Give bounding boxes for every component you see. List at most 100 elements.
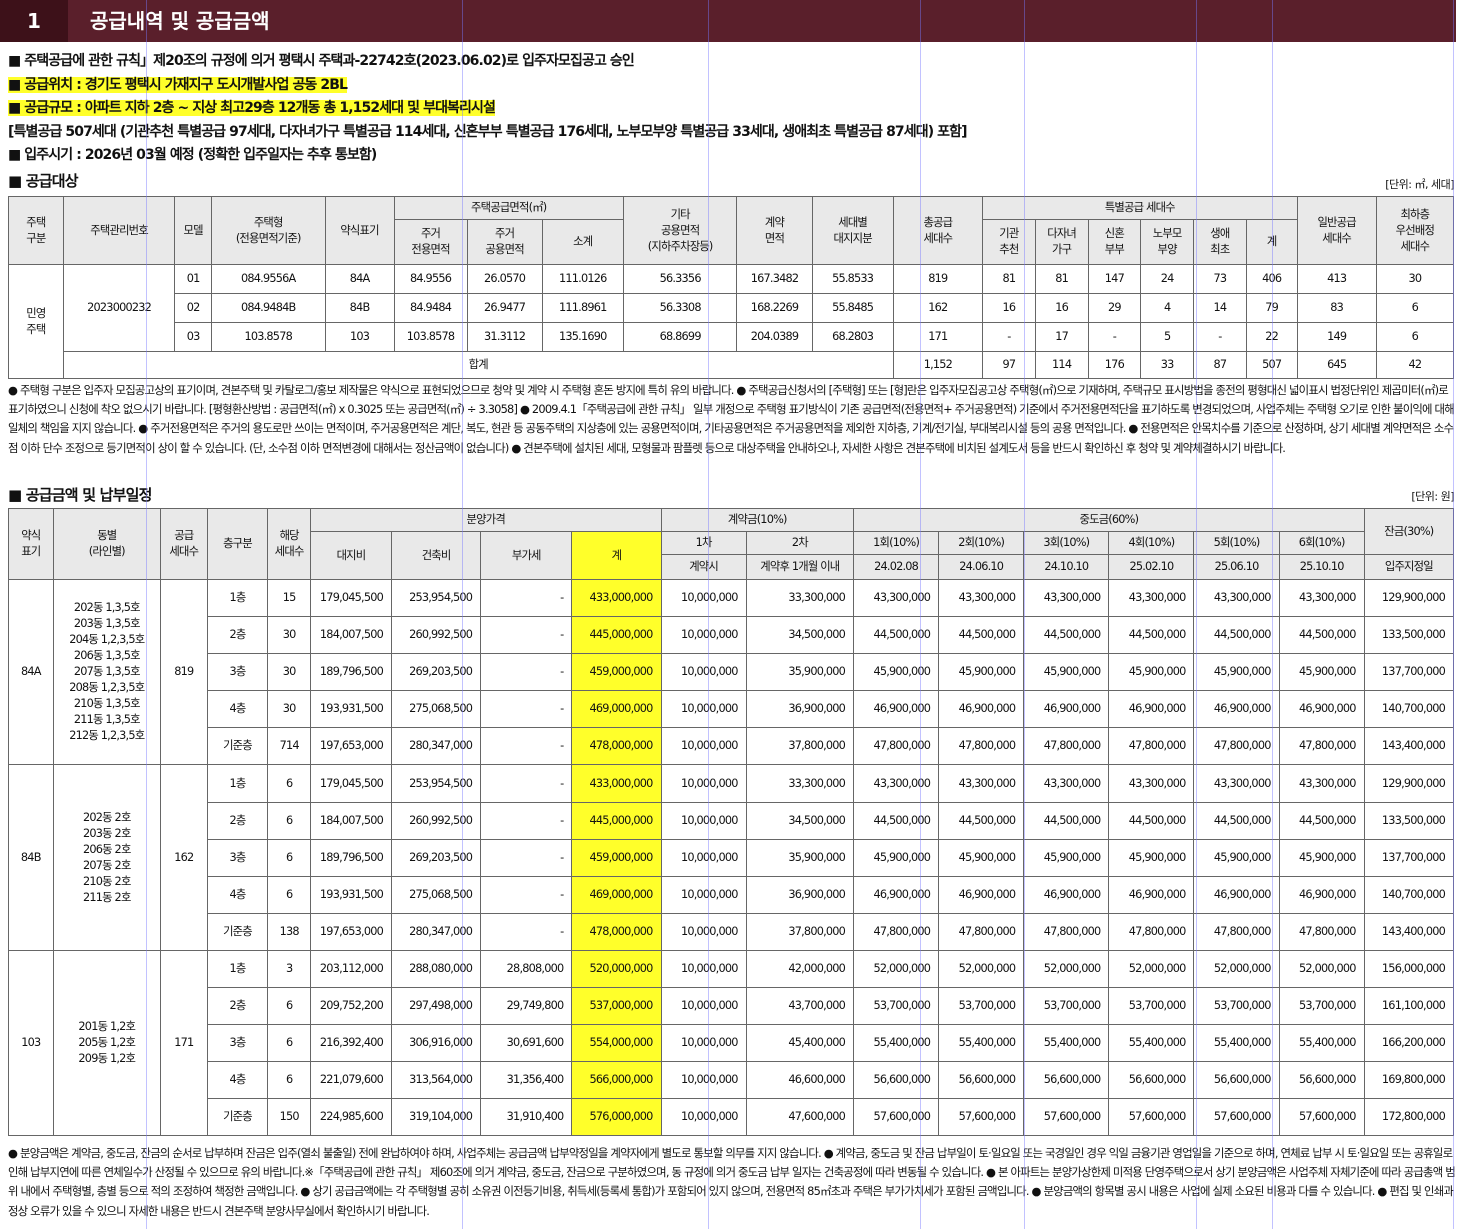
cell-m6: 47,800,000 xyxy=(1278,912,1365,951)
dong-list: 202동 2호 203동 2호 206동 2호 207동 2호 210동 2호 211동 … xyxy=(52,764,161,951)
cell-vat: - xyxy=(480,690,573,729)
cell-land-share: 55.8485 xyxy=(811,293,894,323)
cell-m4: 44,500,000 xyxy=(1108,801,1195,840)
cell-c1: 10,000,000 xyxy=(660,1098,747,1137)
cell-floor: 3층 xyxy=(206,1024,269,1063)
cell-c2: 37,800,000 xyxy=(745,727,855,766)
cell-m2: 45,900,000 xyxy=(938,653,1025,692)
total-cell: 1,152 xyxy=(892,351,984,379)
cell-total-price: 433,000,000 xyxy=(571,764,662,803)
cell-c1: 10,000,000 xyxy=(660,801,747,840)
supply-count: 162 xyxy=(159,764,208,951)
col-m2: 2회(10%) xyxy=(938,531,1025,555)
col-m6: 6회(10%) xyxy=(1278,531,1365,555)
cell-households: 6 xyxy=(267,1024,311,1063)
cell-floor: 4층 xyxy=(206,690,269,729)
cell-subtotal: 135.1690 xyxy=(541,322,624,352)
cell-land-cost: 224,985,600 xyxy=(309,1098,393,1137)
table-row: 3층 6 216,392,400 306,916,000 30,691,600 554,0… xyxy=(9,1024,1455,1063)
cell-m1: 57,600,000 xyxy=(853,1098,940,1137)
cell-total-price: 469,000,000 xyxy=(571,875,662,914)
cell-exclusive: 84.9556 xyxy=(393,264,468,294)
cell-m1: 45,900,000 xyxy=(853,838,940,877)
cell-balance: 129,900,000 xyxy=(1363,578,1455,618)
cell-c1: 10,000,000 xyxy=(660,616,747,655)
cell-lowest: 6 xyxy=(1375,322,1455,352)
cell-lowest: 30 xyxy=(1375,264,1455,294)
cell-build-cost: 269,203,500 xyxy=(390,838,482,877)
cell-total-price: 445,000,000 xyxy=(571,616,662,655)
cell-households: 714 xyxy=(267,727,311,766)
col-m1-date: 24.02.08 xyxy=(853,554,940,580)
cell-total-price: 469,000,000 xyxy=(571,690,662,729)
cell-model: 03 xyxy=(174,322,212,352)
cell-land-cost: 179,045,500 xyxy=(309,764,393,803)
intro-line: ■ 공급위치 : 경기도 평택시 가재지구 도시개발사업 공동 2BL xyxy=(8,74,967,98)
cell-total-price: 566,000,000 xyxy=(571,1061,662,1100)
table-row: 3층 6 189,796,500 269,203,500-459,000,000 10,… xyxy=(9,838,1455,877)
table-row: 2층 30 184,007,500 260,992,500-445,000,000 10… xyxy=(9,616,1455,655)
cell-m3: 53,700,000 xyxy=(1023,987,1110,1026)
cell-m6: 44,500,000 xyxy=(1278,801,1365,840)
cell-c1: 10,000,000 xyxy=(660,875,747,914)
cell-households: 138 xyxy=(267,912,311,951)
col-short: 약식표기 xyxy=(324,196,395,265)
notes-area: ● 주택형 구분은 입주자 모집공고상의 표기이며, 견본주택 및 카탈로그/홍… xyxy=(8,383,1455,455)
cell-build-cost: 275,068,500 xyxy=(390,875,482,914)
col-vat: 부가세 xyxy=(480,531,573,580)
cell-m1: 47,800,000 xyxy=(853,727,940,766)
cell-m4: 52,000,000 xyxy=(1108,949,1195,989)
cell-vat: - xyxy=(480,727,573,766)
table-row: 4층 30 193,931,500 275,068,500-469,000,000 10… xyxy=(9,690,1455,729)
cell-m4: 47,800,000 xyxy=(1108,727,1195,766)
cell-total-price: 478,000,000 xyxy=(571,727,662,766)
cell-c2: 33,300,000 xyxy=(745,578,855,618)
cell-total-price: 576,000,000 xyxy=(571,1098,662,1137)
cell-m4: 46,900,000 xyxy=(1108,875,1195,914)
cell-m5: 55,400,000 xyxy=(1193,1024,1280,1063)
cell-special-sum: 406 xyxy=(1245,264,1298,294)
table-row: 기준층 150 224,985,600 319,104,000 31,910,400 57… xyxy=(9,1098,1455,1137)
cell-m4: 56,600,000 xyxy=(1108,1061,1195,1100)
cell-land-cost: 197,653,000 xyxy=(309,912,393,951)
cell-vat: 30,691,600 xyxy=(480,1024,573,1063)
cell-special-sum: 79 xyxy=(1245,293,1298,323)
col-etc-area: 기타 공용면적 (지하주차장등) xyxy=(622,196,738,265)
cell-land-cost: 179,045,500 xyxy=(309,578,393,618)
cell-m3: 45,900,000 xyxy=(1023,653,1110,692)
cell-balance: 140,700,000 xyxy=(1363,875,1455,914)
cell-lowest: 6 xyxy=(1375,293,1455,323)
col-common: 주거 공용면적 xyxy=(466,219,543,265)
col-type: 주택 구분 xyxy=(8,196,64,265)
cell-m3: 44,500,000 xyxy=(1023,616,1110,655)
cell-m5: 44,500,000 xyxy=(1193,801,1280,840)
cell-households: 6 xyxy=(267,801,311,840)
cell-land-cost: 216,392,400 xyxy=(309,1024,393,1063)
cell-m2: 43,300,000 xyxy=(938,578,1025,618)
cell-multi: 17 xyxy=(1034,322,1089,352)
cell-first: - xyxy=(1193,322,1247,352)
dong-line: 210동 2호 xyxy=(83,874,131,888)
dong-line: 206동 1,3,5호 xyxy=(73,649,141,663)
cell-households: 6 xyxy=(267,1061,311,1100)
cell-m3: 43,300,000 xyxy=(1023,764,1110,803)
cell-total-price: 459,000,000 xyxy=(571,838,662,877)
cell-balance: 133,500,000 xyxy=(1363,616,1455,655)
highlight-location: ■ 공급위치 : 경기도 평택시 가재지구 도시개발사업 공동 2BL xyxy=(8,76,348,93)
cell-contract-area: 168.2269 xyxy=(736,293,813,323)
cell-land-cost: 184,007,500 xyxy=(309,801,393,840)
dong-line: 210동 1,3,5호 xyxy=(73,697,141,711)
col-contract-area: 계약 면적 xyxy=(736,196,813,265)
cell-build-cost: 319,104,000 xyxy=(390,1098,482,1137)
cell-m3: 55,400,000 xyxy=(1023,1024,1110,1063)
dong-line: 201동 1,2호 xyxy=(78,1020,136,1034)
cell-m3: 47,800,000 xyxy=(1023,912,1110,951)
cell-m6: 47,800,000 xyxy=(1278,727,1365,766)
target-unit: [단위: ㎡, 세대] xyxy=(1385,178,1454,191)
table-row: 103 201동 1,2호 205동 1,2호 209동 1,2호 171 1층 3 203,… xyxy=(8,949,1455,1137)
total-label: 합계 xyxy=(62,351,894,379)
cell-total-price: 433,000,000 xyxy=(571,578,662,618)
cell-vat: - xyxy=(480,801,573,840)
cell-house-type: 084.9556A xyxy=(210,264,326,294)
dong-line: 207동 1,3,5호 xyxy=(73,665,141,679)
